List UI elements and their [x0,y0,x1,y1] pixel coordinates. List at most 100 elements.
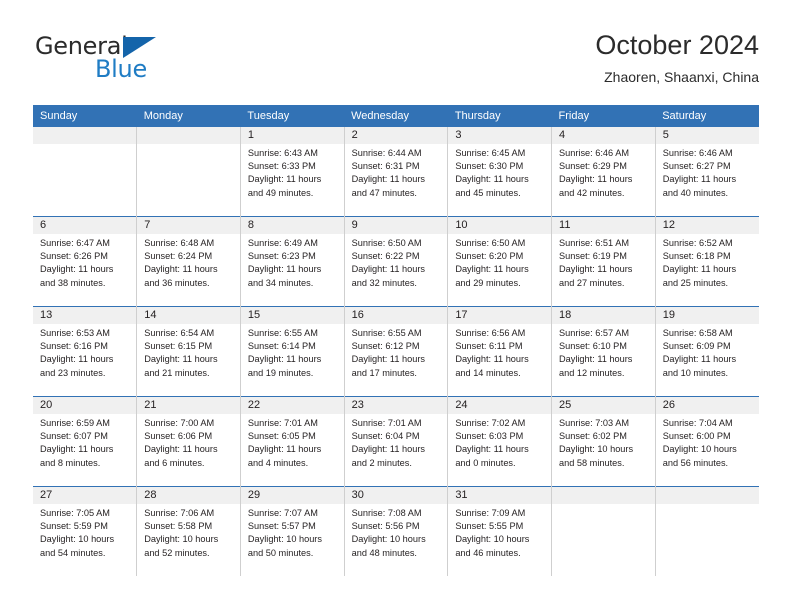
calendar-cell[interactable]: 5 Sunrise: 6:46 AM Sunset: 6:27 PM Daylight… [655,127,759,217]
calendar-cell-inner: 1 Sunrise: 6:43 AM Sunset: 6:33 PM Daylight… [240,127,344,216]
sunset-text: Sunset: 6:10 PM [559,341,627,352]
daylight-text-line2: and 0 minutes. [455,457,516,468]
calendar-cell-inner [552,487,655,576]
calendar-cell[interactable]: 13 Sunrise: 6:53 AM Sunset: 6:16 PM Dayligh… [33,306,138,397]
sunrise-text: Sunrise: 7:05 AM [40,508,110,518]
calendar-cell[interactable]: 11 Sunrise: 6:51 AM Sunset: 6:19 PM Dayligh… [551,216,656,307]
day-number: 19 [655,307,759,324]
calendar-cell[interactable]: 21 Sunrise: 7:00 AM Sunset: 6:06 PM Dayligh… [136,396,241,487]
calendar-cell[interactable]: 26 Sunrise: 7:04 AM Sunset: 6:00 PM Dayligh… [655,396,759,487]
daylight-text-line1: Daylight: 11 hours [455,444,529,455]
calendar-week-row: 6 Sunrise: 6:47 AM Sunset: 6:26 PM Daylight… [33,216,759,307]
calendar-cell-inner: 20 Sunrise: 6:59 AM Sunset: 6:07 PM Dayligh… [33,397,137,486]
day-details: Sunrise: 6:44 AM Sunset: 6:31 PM Daylight:… [345,144,448,200]
calendar-cell[interactable]: 6 Sunrise: 6:47 AM Sunset: 6:26 PM Daylight… [33,216,138,307]
calendar-cell[interactable]: 12 Sunrise: 6:52 AM Sunset: 6:18 PM Dayligh… [655,216,759,307]
day-number: 15 [240,307,344,324]
calendar-cell[interactable]: 20 Sunrise: 6:59 AM Sunset: 6:07 PM Dayligh… [33,396,138,487]
daylight-text-line1: Daylight: 11 hours [455,174,529,185]
calendar-cell[interactable]: 17 Sunrise: 6:56 AM Sunset: 6:11 PM Dayligh… [447,306,553,397]
calendar-cell-inner: 30 Sunrise: 7:08 AM Sunset: 5:56 PM Dayligh… [344,487,448,576]
day-details: Sunrise: 6:57 AM Sunset: 6:10 PM Daylight:… [552,324,655,380]
general-blue-logo[interactable]: General Blue [33,32,263,88]
calendar-cell[interactable]: 3 Sunrise: 6:45 AM Sunset: 6:30 PM Daylight… [447,127,553,217]
calendar-cell[interactable]: 15 Sunrise: 6:55 AM Sunset: 6:14 PM Dayligh… [240,306,345,397]
calendar-cell[interactable]: 1 Sunrise: 6:43 AM Sunset: 6:33 PM Daylight… [240,127,345,217]
calendar-cell[interactable]: 19 Sunrise: 6:58 AM Sunset: 6:09 PM Dayligh… [655,306,759,397]
daylight-text-line2: and 50 minutes. [247,547,314,558]
calendar-cell[interactable]: 27 Sunrise: 7:05 AM Sunset: 5:59 PM Dayligh… [33,486,138,576]
calendar-cell[interactable]: 2 Sunrise: 6:44 AM Sunset: 6:31 PM Daylight… [344,127,449,217]
calendar-cell[interactable]: 28 Sunrise: 7:06 AM Sunset: 5:58 PM Dayligh… [136,486,241,576]
calendar-cell[interactable]: 16 Sunrise: 6:55 AM Sunset: 6:12 PM Dayligh… [344,306,449,397]
sunset-text: Sunset: 5:58 PM [144,521,213,532]
daylight-text-line2: and 23 minutes. [40,367,106,378]
day-number [552,487,655,504]
calendar-cell[interactable]: 23 Sunrise: 7:01 AM Sunset: 6:04 PM Dayligh… [344,396,449,487]
sunrise-text: Sunrise: 6:47 AM [40,238,110,248]
calendar-page: General Blue October 2024 Zhaoren, Shaan… [0,0,792,612]
daylight-text-line2: and 32 minutes. [351,277,417,288]
sunset-text: Sunset: 6:22 PM [351,251,420,262]
calendar-cell[interactable]: 30 Sunrise: 7:08 AM Sunset: 5:56 PM Dayligh… [344,486,449,576]
daylight-text-line2: and 6 minutes. [144,457,205,468]
day-details: Sunrise: 6:56 AM Sunset: 6:11 PM Daylight:… [448,324,551,380]
day-number: 1 [240,127,344,144]
calendar-cell[interactable]: 7 Sunrise: 6:48 AM Sunset: 6:24 PM Daylight… [136,216,241,307]
weekday-header-tuesday: Tuesday [240,105,345,127]
daylight-text-line1: Daylight: 11 hours [559,264,633,275]
calendar-cell[interactable]: 22 Sunrise: 7:01 AM Sunset: 6:05 PM Dayligh… [240,396,345,487]
daylight-text-line1: Daylight: 10 hours [455,534,530,545]
day-details: Sunrise: 6:52 AM Sunset: 6:18 PM Daylight:… [656,234,759,290]
day-number: 2 [344,127,448,144]
sunset-text: Sunset: 6:02 PM [559,431,627,442]
sunrise-text: Sunrise: 7:08 AM [351,508,422,518]
sunrise-text: Sunrise: 6:58 AM [662,328,733,338]
calendar-cell[interactable]: 4 Sunrise: 6:46 AM Sunset: 6:29 PM Daylight… [551,127,656,217]
calendar-cell[interactable]: 9 Sunrise: 6:50 AM Sunset: 6:22 PM Daylight… [344,216,449,307]
daylight-text-line1: Daylight: 11 hours [144,354,218,365]
calendar-cell-inner [655,487,759,576]
daylight-text-line2: and 56 minutes. [662,457,729,468]
daylight-text-line2: and 25 minutes. [662,277,729,288]
sunset-text: Sunset: 6:09 PM [662,341,731,352]
daylight-text-line1: Daylight: 11 hours [455,264,529,275]
calendar-cell[interactable]: 31 Sunrise: 7:09 AM Sunset: 5:55 PM Dayligh… [447,486,553,576]
calendar-cell-inner: 24 Sunrise: 7:02 AM Sunset: 6:03 PM Dayligh… [448,397,552,486]
sunrise-text: Sunrise: 7:00 AM [144,418,215,428]
daylight-text-line1: Daylight: 11 hours [247,264,322,275]
weekday-header-row: Sunday Monday Tuesday Wednesday Thursday… [33,105,759,127]
sunrise-text: Sunrise: 7:01 AM [351,418,422,428]
day-details: Sunrise: 7:06 AM Sunset: 5:58 PM Daylight:… [137,504,240,560]
calendar-cell[interactable]: 24 Sunrise: 7:02 AM Sunset: 6:03 PM Dayligh… [447,396,553,487]
calendar-cell-inner: 17 Sunrise: 6:56 AM Sunset: 6:11 PM Dayligh… [448,307,552,396]
calendar-cell[interactable]: 25 Sunrise: 7:03 AM Sunset: 6:02 PM Dayligh… [551,396,656,487]
day-number: 27 [33,487,137,504]
day-number: 10 [448,217,552,234]
weekday-header-wednesday: Wednesday [344,105,448,127]
calendar-cell-inner: 4 Sunrise: 6:46 AM Sunset: 6:29 PM Daylight… [552,127,655,216]
sunrise-text: Sunrise: 6:46 AM [559,148,629,158]
calendar-cell-inner: 29 Sunrise: 7:07 AM Sunset: 5:57 PM Dayligh… [240,487,344,576]
sunset-text: Sunset: 6:19 PM [559,251,627,262]
title-block: October 2024 Zhaoren, Shaanxi, China [595,28,759,88]
calendar-cell[interactable]: 8 Sunrise: 6:49 AM Sunset: 6:23 PM Daylight… [240,216,345,307]
calendar-cell[interactable]: 29 Sunrise: 7:07 AM Sunset: 5:57 PM Dayligh… [240,486,345,576]
calendar-week-row: 27 Sunrise: 7:05 AM Sunset: 5:59 PM Dayligh… [33,486,759,576]
calendar-cell-inner: 28 Sunrise: 7:06 AM Sunset: 5:58 PM Dayligh… [137,487,240,576]
day-number: 26 [655,397,759,414]
calendar-cell[interactable]: 14 Sunrise: 6:54 AM Sunset: 6:15 PM Dayligh… [136,306,241,397]
day-number: 31 [448,487,552,504]
weekday-header-friday: Friday [551,105,656,127]
calendar-week-row: 13 Sunrise: 6:53 AM Sunset: 6:16 PM Dayligh… [33,306,759,397]
sunrise-text: Sunrise: 7:02 AM [455,418,526,428]
sunset-text: Sunset: 6:05 PM [247,431,316,442]
calendar-cell-inner: 16 Sunrise: 6:55 AM Sunset: 6:12 PM Dayligh… [344,307,448,396]
calendar-cell[interactable]: 18 Sunrise: 6:57 AM Sunset: 6:10 PM Dayligh… [551,306,656,397]
calendar-cell[interactable]: 10 Sunrise: 6:50 AM Sunset: 6:20 PM Dayligh… [447,216,553,307]
sunset-text: Sunset: 6:06 PM [144,431,213,442]
sunrise-text: Sunrise: 6:46 AM [662,148,733,158]
calendar-cell-empty [33,127,138,217]
day-details: Sunrise: 7:04 AM Sunset: 6:00 PM Daylight:… [656,414,759,470]
daylight-text-line1: Daylight: 11 hours [559,354,633,365]
